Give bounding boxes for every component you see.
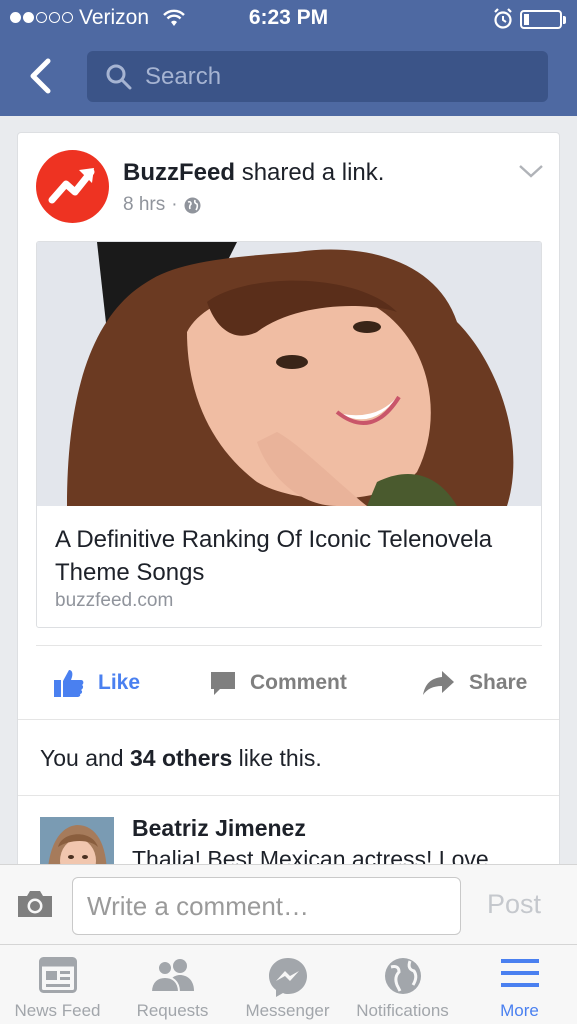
post-header: BuzzFeed shared a link. [123,159,384,187]
meta-separator: · [171,194,178,215]
divider [36,645,542,646]
like-label: Like [98,671,141,694]
comment-bubble-icon [211,672,235,695]
friend-requests-icon [149,959,194,993]
status-bar: Verizon 6:23 PM [0,0,577,40]
search-icon [106,64,132,89]
back-button[interactable] [22,52,62,100]
likes-count[interactable]: 34 others [130,745,232,771]
tab-bar: News Feed Requests Messenger Notificatio… [0,944,577,1024]
camera-icon[interactable] [16,889,54,919]
link-preview-image[interactable] [37,242,541,506]
post-card: BuzzFeed shared a link. 8 hrs · A Defini… [17,132,560,892]
post-meta: 8 hrs · [123,194,201,216]
commenter-name[interactable]: Beatriz Jimenez [132,815,306,842]
divider [18,795,559,796]
post-age[interactable]: 8 hrs [123,194,165,216]
status-time: 6:23 PM [248,6,329,29]
share-label: Share [469,671,528,694]
globe-icon [384,958,421,994]
tab-messenger[interactable]: Messenger [230,945,345,1024]
search-input[interactable] [145,62,525,91]
tab-label: Requests [136,1001,209,1020]
tab-notifications[interactable]: Notifications [345,945,460,1024]
battery-level [524,14,529,25]
like-button[interactable]: Like [54,663,140,703]
messenger-icon [268,958,307,997]
tab-label: More [500,1001,539,1020]
likes-prefix: You and [40,745,130,771]
tab-news-feed[interactable]: News Feed [0,945,115,1024]
comment-button[interactable]: Comment [210,663,347,703]
menu-icon [500,959,539,987]
search-bar[interactable] [87,51,548,102]
chevron-down-icon[interactable] [518,163,544,179]
link-title[interactable]: A Definitive Ranking Of Iconic Telenovel… [55,523,525,589]
battery-icon [520,10,566,29]
poster-name[interactable]: BuzzFeed [123,159,235,186]
likes-summary[interactable]: You and 34 others like this. [40,745,322,772]
comment-label: Comment [250,671,347,694]
tab-label: Notifications [356,1001,449,1020]
share-button[interactable]: Share [423,663,527,703]
link-preview[interactable]: A Definitive Ranking Of Iconic Telenovel… [36,241,542,628]
post-comment-button[interactable]: Post [487,889,541,920]
link-domain: buzzfeed.com [55,590,174,611]
likes-suffix: like this. [232,745,322,771]
post-action-text: shared a link. [241,159,385,186]
tab-label: Messenger [245,1001,330,1020]
globe-icon [184,197,201,213]
divider [18,719,559,720]
share-arrow-icon [423,671,454,695]
buzzfeed-avatar[interactable] [36,150,109,223]
news-feed-icon [38,957,77,993]
thumbs-up-icon [54,670,84,697]
comment-composer: Post [0,864,577,944]
alarm-icon [494,8,512,29]
comment-input[interactable] [72,877,461,935]
tab-requests[interactable]: Requests [115,945,230,1024]
tab-label: News Feed [14,1001,101,1020]
trending-arrow-icon [48,168,95,204]
tab-more[interactable]: More [462,945,577,1024]
app-header: Verizon 6:23 PM [0,0,577,116]
